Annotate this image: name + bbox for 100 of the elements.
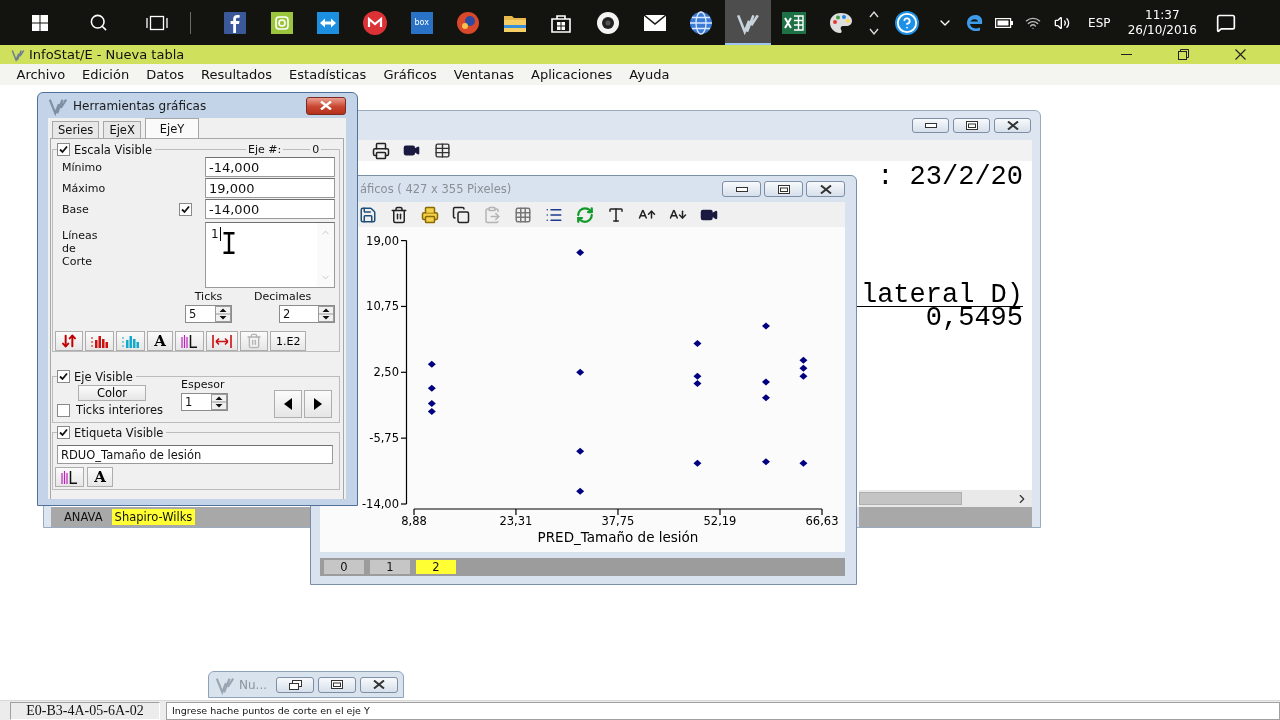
close-button[interactable] — [806, 181, 845, 197]
refresh-icon[interactable] — [575, 205, 594, 224]
number-field[interactable]: -14,000 — [205, 157, 335, 177]
close-button[interactable] — [306, 96, 346, 115]
spin-arrows-icon[interactable] — [215, 306, 231, 322]
inner-ticks-label: Ticks interiores — [76, 403, 164, 417]
maximize-button[interactable] — [764, 181, 803, 197]
horizontal-scrollbar[interactable] — [859, 490, 1032, 507]
sheet-tab[interactable]: Shapiro-Wilks — [111, 509, 196, 525]
menu-item[interactable]: Resultados — [192, 67, 281, 82]
thickness-spinner[interactable]: 1 — [181, 393, 229, 411]
webcam-icon[interactable] — [596, 10, 621, 35]
menu-item[interactable]: Ayuda — [620, 67, 678, 82]
data-point — [427, 360, 436, 368]
battery-icon[interactable] — [995, 17, 1014, 28]
box-logo: box — [410, 11, 433, 34]
y-tick-label: 10,75 — [366, 299, 399, 314]
tool-button[interactable] — [55, 331, 83, 351]
checkbox[interactable] — [57, 403, 70, 417]
envelope-icon[interactable] — [642, 13, 667, 32]
chart-tab[interactable]: 0 — [324, 560, 364, 574]
printer-icon[interactable] — [371, 141, 390, 160]
chart-tab[interactable]: 2 — [416, 560, 456, 574]
maximize-button[interactable] — [318, 676, 356, 693]
trash-icon[interactable] — [389, 205, 408, 224]
number-field[interactable]: 19,000 — [205, 178, 335, 198]
chart-tab[interactable]: 1 — [370, 560, 410, 574]
window-title: InfoStat/E - Nueva tabla — [29, 47, 185, 62]
axis-number-value: 0 — [310, 143, 322, 156]
menu-item[interactable]: Edición — [73, 67, 138, 82]
notification-icon[interactable] — [1216, 12, 1237, 33]
menu-item[interactable]: Aplicaciones — [522, 67, 621, 82]
data-point — [799, 459, 808, 467]
search-icon[interactable] — [88, 13, 108, 32]
minimize-button[interactable] — [912, 118, 949, 133]
spin-arrows-icon[interactable] — [318, 306, 334, 322]
close-icon — [320, 101, 332, 110]
taskbar-button[interactable]: box — [398, 0, 445, 45]
cut-lines-field[interactable]: 1 — [205, 222, 335, 288]
menu-item[interactable]: Archivo — [8, 67, 74, 82]
windows-start-icon[interactable] — [32, 14, 48, 31]
number-field[interactable]: -14,000 — [205, 199, 335, 219]
previous-button[interactable] — [274, 390, 302, 418]
scrollbar-thumb[interactable] — [859, 492, 962, 505]
axis-label-field[interactable]: RDUO_Tamaño de lesión — [57, 445, 333, 464]
minimized-window-title: Nu... — [239, 677, 268, 692]
y-tick-label: 19,00 — [366, 233, 399, 248]
field-label: Mínimo — [62, 160, 103, 174]
close-button[interactable] — [994, 118, 1031, 133]
input-language[interactable]: ESP — [1088, 15, 1111, 30]
palette-icon[interactable] — [829, 11, 853, 34]
table-icon[interactable] — [434, 142, 451, 159]
color-button[interactable]: Color — [78, 385, 146, 401]
close-icon — [819, 184, 832, 194]
decimals-spinner[interactable]: 2 — [279, 305, 335, 323]
data-point — [762, 458, 770, 466]
tab[interactable]: EjeX — [103, 121, 141, 138]
task-view-icon[interactable] — [146, 14, 168, 31]
camera-icon[interactable] — [270, 11, 293, 34]
tool-button[interactable] — [175, 331, 204, 351]
checkbox[interactable] — [179, 202, 192, 216]
ball-icon[interactable] — [456, 10, 481, 35]
tool-button[interactable] — [55, 467, 84, 487]
y-tick-label: -14,00 — [361, 497, 399, 511]
minimize-button[interactable] — [722, 181, 761, 197]
copy-icon[interactable] — [451, 205, 470, 224]
checkbox[interactable] — [57, 370, 70, 383]
menu-item[interactable]: Gráficos — [374, 67, 446, 82]
speaker-icon[interactable] — [1054, 14, 1071, 31]
next-button[interactable] — [304, 390, 332, 418]
taskbar-button[interactable] — [724, 0, 772, 45]
menu-item[interactable]: Ventanas — [445, 67, 523, 82]
y-tick-label: -5,75 — [369, 431, 399, 446]
tool-button[interactable]: A — [87, 467, 113, 487]
restore-button[interactable] — [276, 676, 314, 693]
maximize-button[interactable] — [953, 118, 990, 133]
status-code: E0-B3-4A-05-6A-02 — [10, 701, 160, 720]
restore-icon — [1178, 49, 1189, 60]
save-icon[interactable] — [358, 205, 377, 224]
grid-icon[interactable] — [513, 205, 532, 224]
tab[interactable]: EjeY — [144, 118, 200, 138]
minimize-icon — [1121, 54, 1132, 55]
y-tick-label: 2,50 — [373, 365, 399, 380]
ticks-spinner[interactable]: 5 — [185, 305, 232, 323]
checkbox[interactable] — [57, 426, 70, 439]
facebook-icon[interactable] — [224, 11, 247, 34]
spreadsheet-icon[interactable] — [782, 11, 807, 34]
checkbox[interactable] — [57, 143, 70, 156]
globe-icon[interactable] — [689, 10, 714, 35]
spin-arrows-icon[interactable] — [211, 394, 228, 410]
tool-button[interactable]: 1.E2 — [270, 331, 307, 351]
browser-icon[interactable] — [966, 13, 985, 32]
gmail-icon[interactable] — [363, 10, 388, 35]
menu-item[interactable]: Datos — [137, 67, 193, 82]
menu-item[interactable]: Estadísticas — [280, 67, 375, 82]
close-button[interactable] — [360, 676, 398, 693]
text-icon[interactable] — [606, 205, 625, 224]
help-icon[interactable] — [895, 10, 920, 35]
tab[interactable]: Series — [52, 121, 100, 138]
tool-button[interactable]: A — [147, 331, 173, 351]
